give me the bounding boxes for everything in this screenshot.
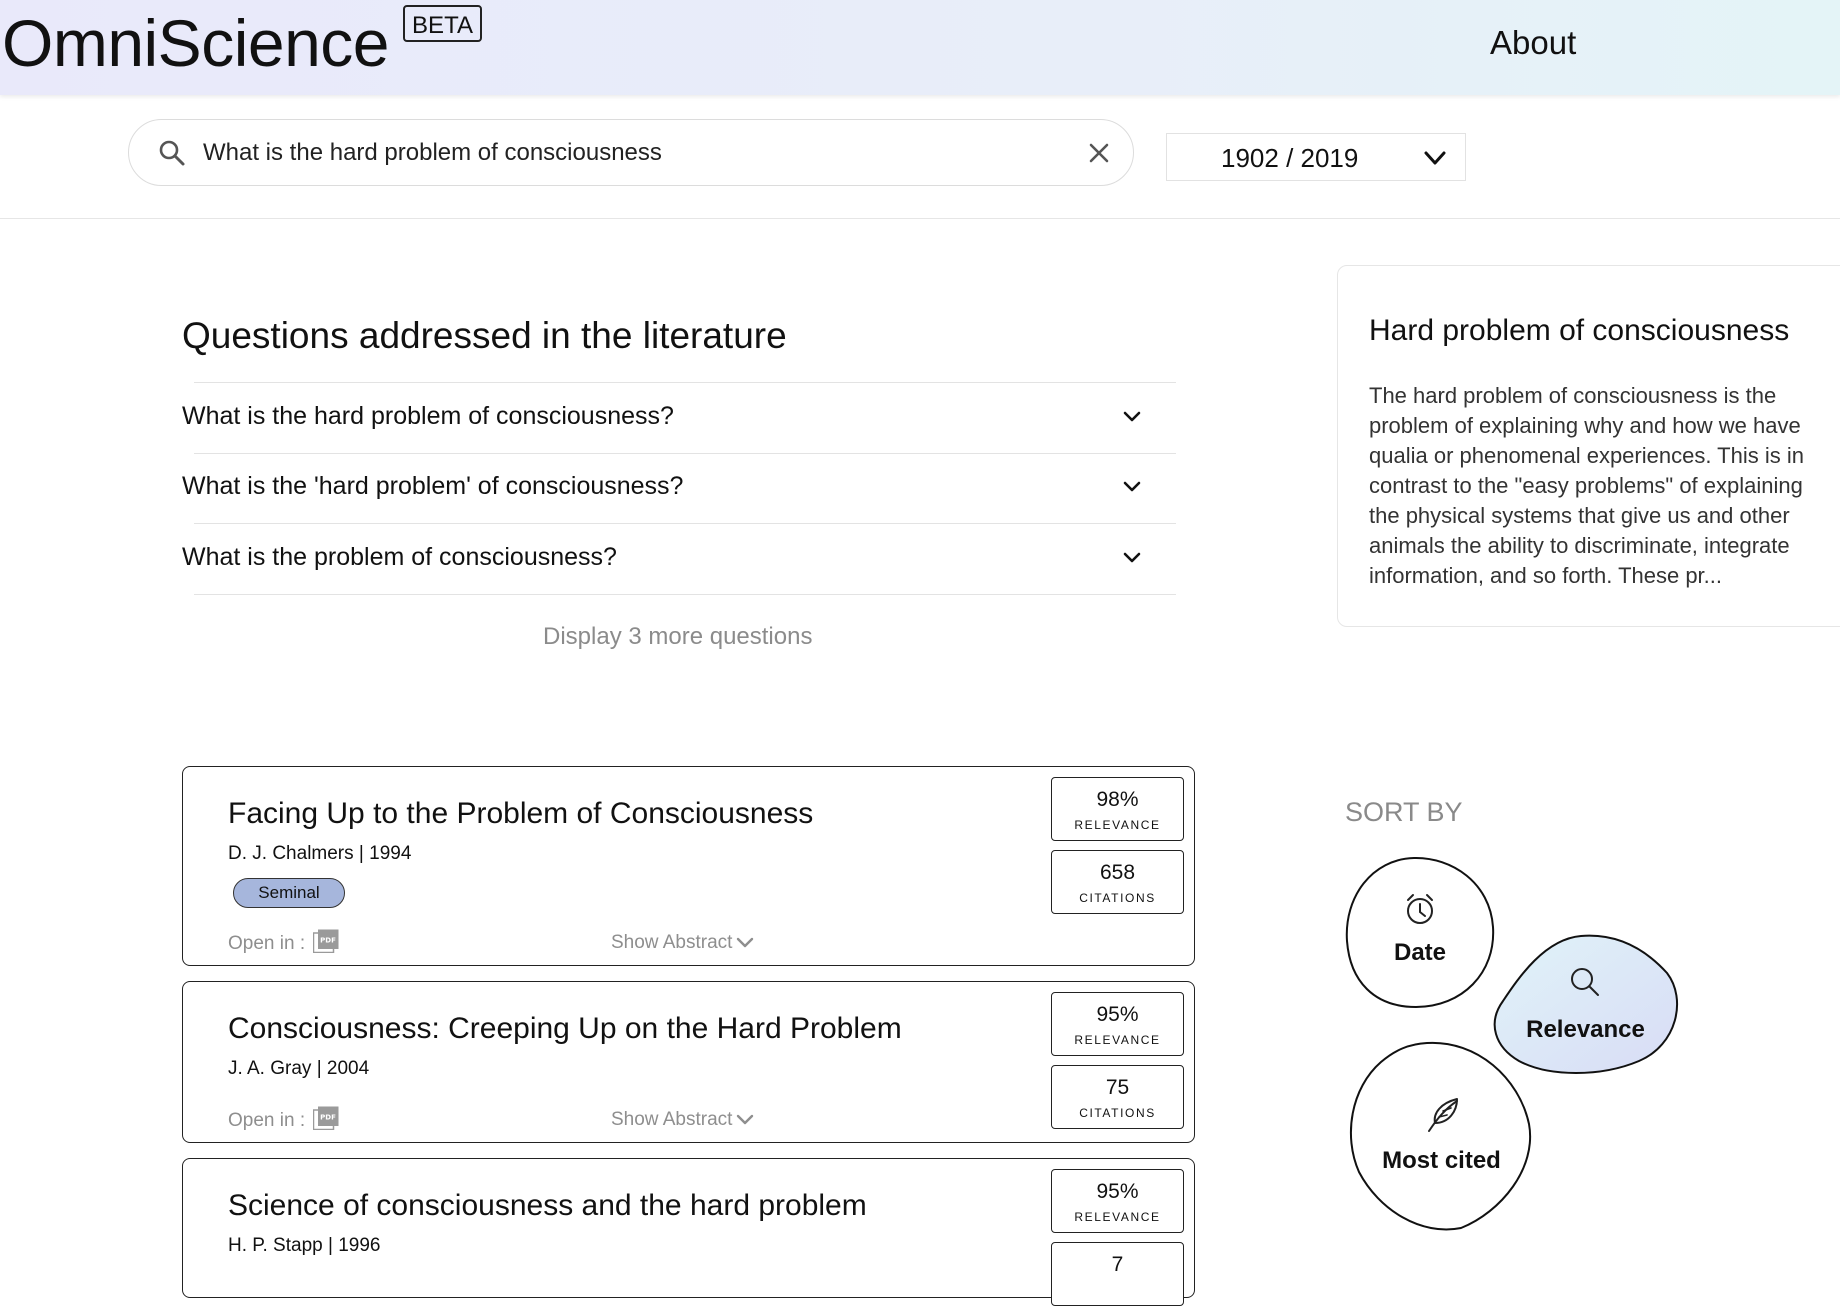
search-input[interactable]: What is the hard problem of consciousnes… <box>203 139 662 167</box>
show-abstract-label: Show Abstract <box>611 932 733 953</box>
top-header: OmniScience BETA About <box>0 0 1840 95</box>
sort-option-label: Most cited <box>1382 1147 1501 1174</box>
pdf-icon[interactable]: PDF <box>313 1106 339 1130</box>
citations-value: 7 <box>1111 1253 1124 1276</box>
svg-text:PDF: PDF <box>320 1114 336 1122</box>
citations-label: CITATIONS <box>1079 1106 1156 1120</box>
relevance-value: 95% <box>1096 1003 1139 1026</box>
open-in-label: Open in : <box>228 1110 306 1131</box>
paper-card[interactable]: Science of consciousness and the hard pr… <box>182 1158 1195 1306</box>
citation-count: 658 CITATIONS <box>1051 850 1184 914</box>
chevron-down-icon <box>1123 411 1141 422</box>
pdf-icon[interactable]: PDF <box>313 929 339 953</box>
feather-icon <box>1428 1098 1458 1132</box>
topic-title: Hard problem of consciousness <box>1369 314 1790 347</box>
question-item[interactable]: What is the problem of consciousness? <box>182 524 1162 594</box>
topic-description: The hard problem of consciousness is the… <box>1369 383 1804 588</box>
seminal-badge: Seminal <box>233 878 345 908</box>
questions-title: Questions addressed in the literature <box>182 315 787 356</box>
chevron-down-icon <box>737 937 754 948</box>
display-more-questions-button[interactable]: Display 3 more questions <box>543 623 812 651</box>
chevron-down-icon <box>1424 151 1446 165</box>
blob-shape <box>1345 856 1495 1009</box>
sort-most-cited-button[interactable]: Most cited <box>1349 1040 1534 1235</box>
paper-title[interactable]: Science of consciousness and the hard pr… <box>228 1189 867 1223</box>
sort-by-title: SORT BY <box>1345 797 1463 827</box>
topic-summary-card: Hard problem of consciousness The hard p… <box>1337 265 1840 627</box>
citations-value: 75 <box>1105 1076 1130 1099</box>
sort-option-label: Date <box>1393 939 1447 966</box>
relevance-score: 98% RELEVANCE <box>1051 777 1184 841</box>
citations-label: CITATIONS <box>1079 891 1156 905</box>
chevron-down-icon <box>1123 481 1141 492</box>
clock-icon <box>1407 894 1433 924</box>
svg-text:PDF: PDF <box>320 937 336 945</box>
beta-badge: BETA <box>403 5 482 42</box>
divider <box>194 594 1176 595</box>
about-link[interactable]: About <box>1490 24 1576 62</box>
question-text: What is the 'hard problem' of consciousn… <box>182 472 684 500</box>
relevance-value: 95% <box>1096 1180 1139 1203</box>
sort-date-button[interactable]: Date <box>1344 855 1496 1010</box>
question-text: What is the hard problem of consciousnes… <box>182 402 674 430</box>
search-icon <box>1571 968 1599 996</box>
relevance-label: RELEVANCE <box>1074 818 1161 832</box>
paper-card[interactable]: Facing Up to the Problem of Consciousnes… <box>182 766 1195 966</box>
header-divider <box>0 218 1840 219</box>
paper-meta: D. J. Chalmers | 1994 <box>228 843 412 864</box>
blob-shape <box>1349 1041 1532 1231</box>
paper-title[interactable]: Facing Up to the Problem of Consciousnes… <box>228 797 813 831</box>
citation-count: 75 CITATIONS <box>1051 1065 1184 1129</box>
chevron-down-icon <box>1123 552 1141 563</box>
citation-count: 7 <box>1051 1242 1184 1306</box>
show-abstract-button[interactable]: Show Abstract <box>611 1109 754 1131</box>
relevance-score: 95% RELEVANCE <box>1051 992 1184 1056</box>
relevance-score: 95% RELEVANCE <box>1051 1169 1184 1233</box>
question-item[interactable]: What is the 'hard problem' of consciousn… <box>182 453 1162 523</box>
close-icon[interactable] <box>1086 140 1112 166</box>
paper-card[interactable]: Consciousness: Creeping Up on the Hard P… <box>182 981 1195 1143</box>
show-abstract-button[interactable]: Show Abstract <box>611 932 754 954</box>
paper-title[interactable]: Consciousness: Creeping Up on the Hard P… <box>228 1012 902 1046</box>
relevance-label: RELEVANCE <box>1074 1033 1161 1047</box>
year-range-value: 1902 / 2019 <box>1221 143 1359 173</box>
paper-meta: H. P. Stapp | 1996 <box>228 1235 381 1256</box>
citations-value: 658 <box>1099 861 1136 884</box>
search-bar[interactable]: What is the hard problem of consciousnes… <box>128 119 1134 186</box>
app-logo[interactable]: OmniScience <box>2 5 390 81</box>
relevance-label: RELEVANCE <box>1074 1210 1161 1224</box>
open-in-label: Open in : <box>228 933 306 954</box>
show-abstract-label: Show Abstract <box>611 1109 733 1130</box>
search-icon <box>159 140 185 166</box>
question-text: What is the problem of consciousness? <box>182 543 617 571</box>
year-range-select[interactable]: 1902 / 2019 <box>1166 133 1466 181</box>
chevron-down-icon <box>737 1114 754 1125</box>
paper-meta: J. A. Gray | 2004 <box>228 1058 370 1079</box>
question-item[interactable]: What is the hard problem of consciousnes… <box>182 383 1162 453</box>
relevance-value: 98% <box>1096 788 1139 811</box>
